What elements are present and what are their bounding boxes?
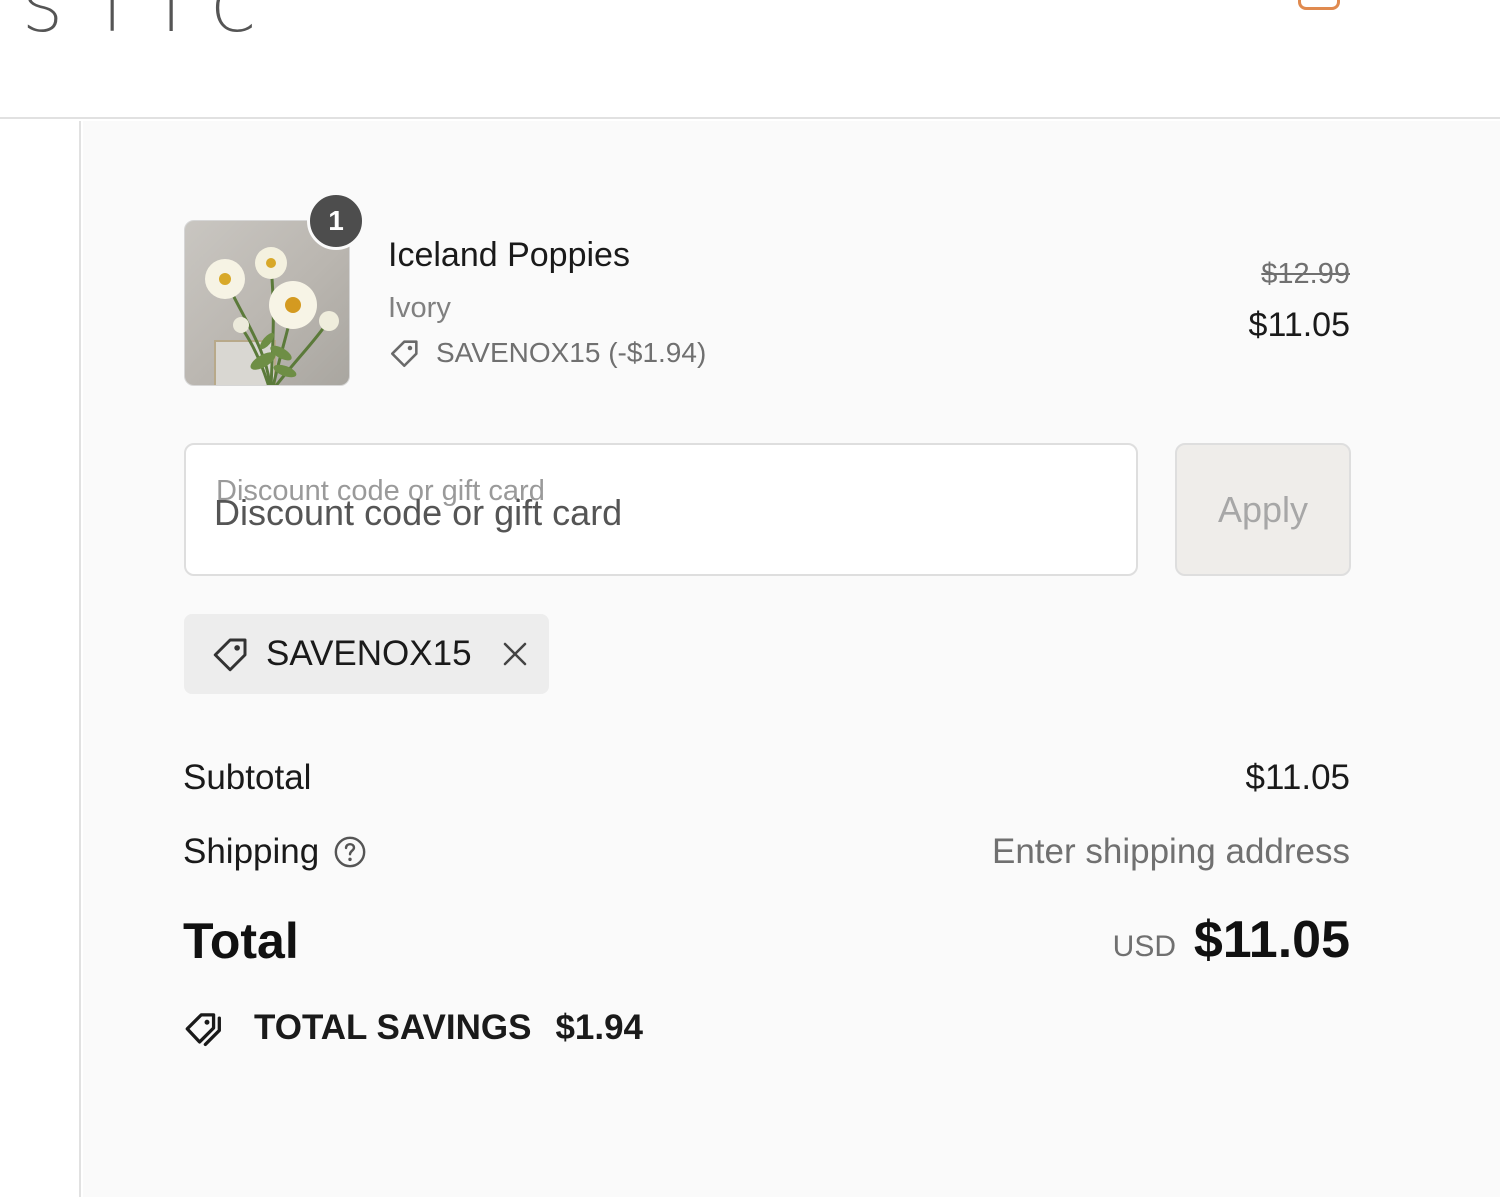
currency-code: USD	[1112, 930, 1176, 963]
quantity-badge: 1	[307, 192, 365, 250]
shipping-value: Enter shipping address	[992, 832, 1350, 871]
shipping-label: Shipping	[183, 832, 320, 871]
subtotal-label: Subtotal	[183, 758, 312, 797]
store-logo[interactable]: STIC	[22, 0, 285, 42]
total-savings-value: $1.94	[555, 1008, 644, 1047]
subtotal-value: $11.05	[1245, 758, 1350, 797]
discount-code-input[interactable]	[214, 491, 1094, 535]
tag-icon	[390, 340, 418, 368]
total-savings-label: TOTAL SAVINGS	[254, 1008, 532, 1047]
product-variant: Ivory	[388, 292, 451, 324]
tags-icon	[185, 1013, 221, 1047]
product-name: Iceland Poppies	[388, 236, 630, 274]
shopping-bag-icon[interactable]	[1298, 0, 1340, 10]
shipping-row: Shipping	[183, 832, 367, 872]
discount-code-field[interactable]: Discount code or gift card	[184, 443, 1138, 576]
help-circle-icon[interactable]	[333, 835, 367, 869]
total-savings: TOTAL SAVINGS $1.94	[184, 1008, 643, 1048]
item-discount: SAVENOX15 (-$1.94)	[388, 336, 706, 370]
applied-code-label: SAVENOX15	[266, 634, 472, 673]
product-price: $11.05	[1248, 306, 1350, 344]
item-discount-label: SAVENOX15 (-$1.94)	[436, 337, 707, 368]
total-value: $11.05	[1193, 911, 1350, 969]
site-header: STIC	[0, 0, 1500, 119]
total-label: Total	[183, 913, 299, 969]
original-price: $12.99	[1261, 258, 1350, 290]
apply-button[interactable]: Apply	[1175, 443, 1351, 576]
close-icon[interactable]	[500, 639, 530, 669]
applied-discount-chip: SAVENOX15	[184, 614, 549, 694]
checkout-form-column	[0, 121, 81, 1197]
tag-icon	[213, 638, 247, 672]
